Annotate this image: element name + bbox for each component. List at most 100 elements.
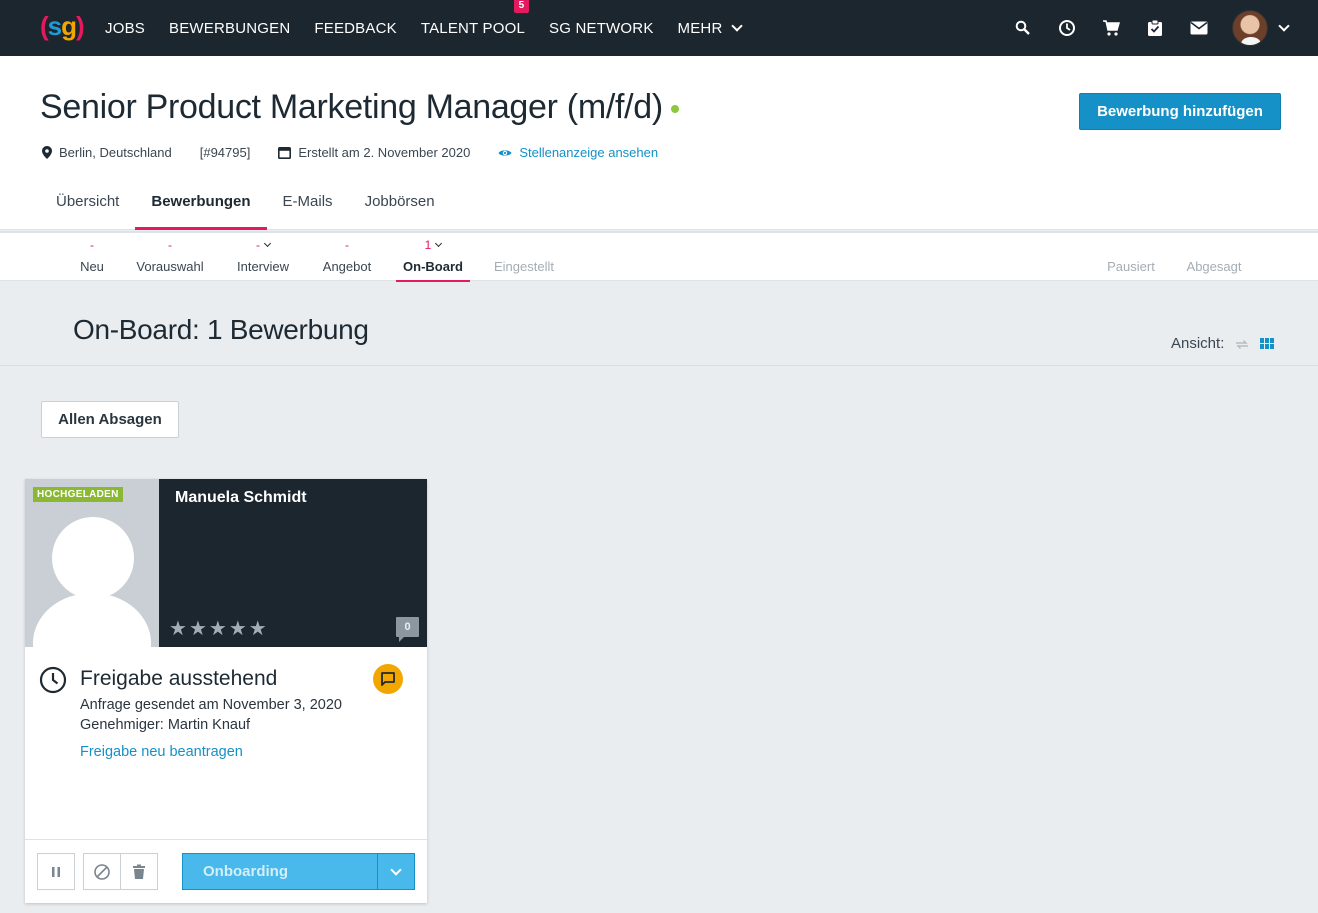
user-avatar[interactable] xyxy=(1232,10,1268,46)
job-created-text: Erstellt am 2. November 2020 xyxy=(298,145,471,160)
stage-preselection[interactable]: - Vorauswahl xyxy=(133,237,207,282)
block-icon xyxy=(94,863,110,880)
chevron-down-icon xyxy=(435,239,443,248)
stage-onboard[interactable]: 1 On-Board xyxy=(396,237,470,282)
approval-sent-date: Anfrage gesendet am November 3, 2020 xyxy=(80,697,342,713)
view-switch: Ansicht: xyxy=(1171,335,1276,352)
onboarding-button[interactable]: Onboarding xyxy=(182,853,378,890)
job-id: [#94795] xyxy=(199,145,251,160)
stage-rejected[interactable]: Abgesagt xyxy=(1183,237,1245,282)
job-location: Berlin, Deutschland xyxy=(42,145,172,160)
mail-icon[interactable] xyxy=(1188,17,1210,39)
nav-feedback[interactable]: FEEDBACK xyxy=(314,20,396,37)
eye-icon xyxy=(498,149,512,156)
chevron-down-icon xyxy=(390,863,402,876)
search-icon[interactable] xyxy=(1012,17,1034,39)
view-job-ad-link[interactable]: Stellenanzeige ansehen xyxy=(498,145,658,160)
compare-view-icon[interactable] xyxy=(1234,337,1250,351)
stage-new[interactable]: - Neu xyxy=(73,237,111,282)
delete-button[interactable] xyxy=(120,853,158,890)
avatar-head xyxy=(52,517,134,599)
reject-button[interactable] xyxy=(83,853,121,890)
reapply-approval-link[interactable]: Freigabe neu beantragen xyxy=(80,744,243,760)
tasks-icon[interactable] xyxy=(1144,17,1166,39)
view-label: Ansicht: xyxy=(1171,335,1225,352)
stage-label: Eingestellt xyxy=(494,259,554,274)
job-title-text: Senior Product Marketing Manager (m/f/d) xyxy=(40,88,663,126)
nav-icons xyxy=(990,0,1290,56)
card-actions: Onboarding xyxy=(25,839,427,903)
stage-label: Angebot xyxy=(322,259,372,274)
approval-status: Freigabe ausstehend Anfrage gesendet am … xyxy=(25,647,427,839)
nav-bewerbungen[interactable]: BEWERBUNGEN xyxy=(169,20,290,37)
pause-icon xyxy=(52,866,60,877)
onboarding-dropdown-toggle[interactable] xyxy=(377,853,415,890)
stage-count: - xyxy=(168,238,172,252)
chat-icon[interactable] xyxy=(373,664,403,694)
main-menu: JOBS BEWERBUNGEN FEEDBACK TALENT POOL 5 … xyxy=(105,0,765,56)
tab-overview[interactable]: Übersicht xyxy=(40,188,135,230)
nav-mehr-label: MEHR xyxy=(677,19,723,37)
stage-count: 1 xyxy=(424,238,432,252)
stage-label: Vorauswahl xyxy=(136,259,204,274)
stage-paused[interactable]: Pausiert xyxy=(1103,237,1159,282)
stage-count xyxy=(1103,237,1159,253)
nav-sg-network[interactable]: SG NETWORK xyxy=(549,20,654,37)
avatar-body xyxy=(33,593,151,647)
stage-label: Neu xyxy=(80,259,104,274)
star-icon[interactable]: ★ xyxy=(249,619,267,639)
cart-icon[interactable] xyxy=(1100,17,1122,39)
chevron-down-icon xyxy=(263,239,272,248)
nav-mehr[interactable]: MEHR xyxy=(677,19,743,37)
candidate-photo-placeholder: HOCHGELADEN xyxy=(25,479,159,647)
job-meta: Berlin, Deutschland [#94795] Erstellt am… xyxy=(42,145,686,160)
stage-label: On-Board xyxy=(403,259,463,274)
stage-count xyxy=(490,237,558,253)
pause-button[interactable] xyxy=(37,853,75,890)
star-icon[interactable]: ★ xyxy=(229,619,247,639)
top-navigation: (sg) JOBS BEWERBUNGEN FEEDBACK TALENT PO… xyxy=(0,0,1318,56)
job-created: Erstellt am 2. November 2020 xyxy=(278,145,470,160)
grid-view-icon[interactable] xyxy=(1260,337,1276,351)
star-rating[interactable]: ★ ★ ★ ★ ★ xyxy=(169,619,269,639)
star-icon[interactable]: ★ xyxy=(169,619,187,639)
stage-label: Interview xyxy=(236,259,290,274)
clock-icon[interactable] xyxy=(1056,17,1078,39)
status-indicator xyxy=(670,105,679,114)
tab-emails[interactable]: E-Mails xyxy=(267,188,349,230)
chevron-down-icon xyxy=(730,20,743,32)
tab-applications[interactable]: Bewerbungen xyxy=(135,188,267,230)
tab-job-boards[interactable]: Jobbörsen xyxy=(349,188,451,230)
stage-label: Pausiert xyxy=(1107,259,1155,274)
view-job-ad-text: Stellenanzeige ansehen xyxy=(519,145,659,160)
nav-talent-pool[interactable]: TALENT POOL 5 xyxy=(420,0,530,37)
comment-count-badge[interactable]: 0 xyxy=(396,617,419,642)
reject-all-button[interactable]: Allen Absagen xyxy=(41,401,179,438)
candidate-name[interactable]: Manuela Schmidt xyxy=(175,489,307,507)
job-location-text: Berlin, Deutschland xyxy=(59,145,172,160)
logo[interactable]: (sg) xyxy=(40,8,85,44)
stage-count: - xyxy=(256,238,260,252)
nav-talent-pool-label: TALENT POOL xyxy=(420,19,526,37)
star-icon[interactable]: ★ xyxy=(189,619,207,639)
star-icon[interactable]: ★ xyxy=(209,619,227,639)
location-pin-icon xyxy=(42,146,52,159)
candidate-name-panel: Manuela Schmidt ★ ★ ★ ★ ★ 0 xyxy=(159,479,427,647)
candidate-card[interactable]: HOCHGELADEN Manuela Schmidt ★ ★ ★ ★ ★ 0 … xyxy=(25,479,427,903)
pipeline-stages: - Neu - Vorauswahl - Interview - Angebot… xyxy=(0,231,1318,282)
stage-label: Abgesagt xyxy=(1186,259,1242,274)
chevron-down-icon[interactable] xyxy=(1278,20,1290,32)
stage-interview[interactable]: - Interview xyxy=(232,237,294,282)
page-title: Senior Product Marketing Manager (m/f/d) xyxy=(40,88,679,127)
section-title: On-Board: 1 Bewerbung xyxy=(73,314,369,345)
stage-count-row: - xyxy=(232,237,294,253)
job-tabs: Übersicht Bewerbungen E-Mails Jobbörsen xyxy=(40,188,451,230)
stage-hired[interactable]: Eingestellt xyxy=(490,237,558,282)
stage-count-row: 1 xyxy=(396,237,470,253)
stage-count: - xyxy=(90,238,94,252)
stage-offer[interactable]: - Angebot xyxy=(318,237,376,282)
add-application-button[interactable]: Bewerbung hinzufügen xyxy=(1079,93,1281,130)
calendar-icon xyxy=(278,146,292,159)
stage-count: - xyxy=(345,238,349,252)
nav-jobs[interactable]: JOBS xyxy=(105,20,145,37)
